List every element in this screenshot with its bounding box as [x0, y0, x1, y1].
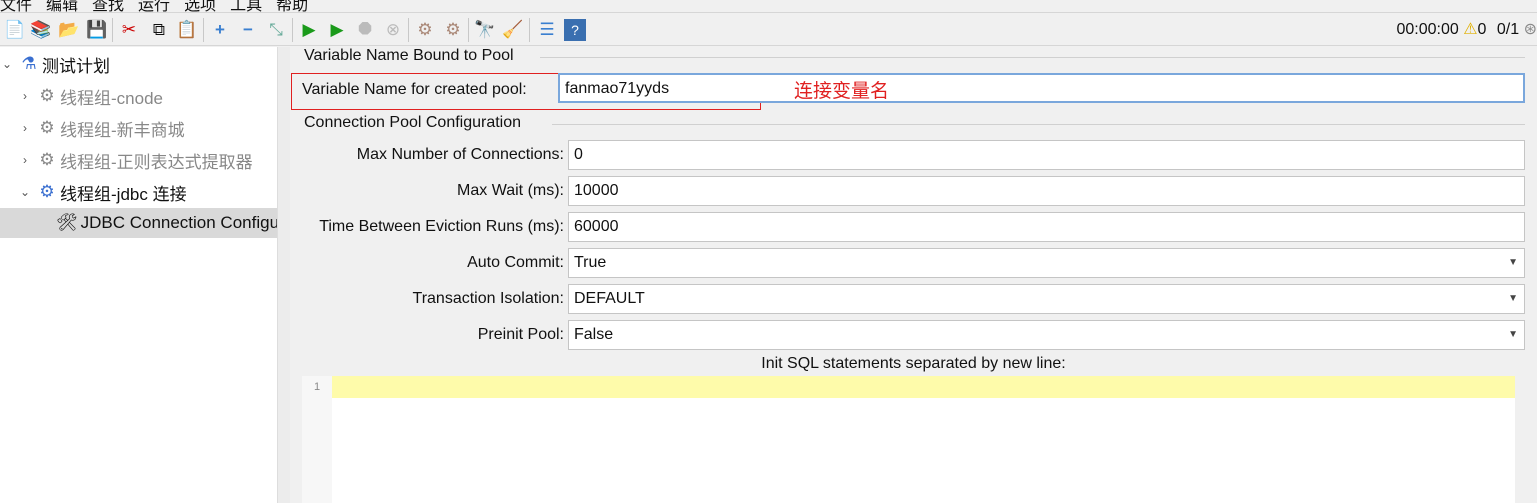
auto-commit-select[interactable]: True ▼ — [568, 248, 1525, 278]
section-pool-config: Connection Pool Configuration — [304, 114, 522, 131]
timer: 00:00:00 — [1396, 21, 1459, 38]
preinit-label: Preinit Pool: — [477, 326, 564, 343]
tree-node-thread-group[interactable]: › ⚙ 线程组-cnode — [18, 81, 163, 111]
chevron-down-icon[interactable]: ⌄ — [18, 185, 32, 199]
toolbar: 📄 📚 📂 💾 ✂ ⧉ 📋 + − ⤡ ▶ ▶ ⯃ ⊗ ⚙ ⚙ 🔭 🧹 ☰ ? — [0, 12, 1537, 46]
eviction-label: Time Between Eviction Runs (ms): — [319, 218, 564, 235]
clear-icon[interactable]: ⚙ — [414, 19, 436, 41]
save-icon[interactable]: 💾 — [86, 19, 108, 41]
flask-icon: ⚗ — [21, 54, 37, 73]
new-icon[interactable]: 📄 — [4, 19, 26, 41]
chevron-down-icon[interactable]: ⌄ — [0, 57, 14, 71]
stop-icon[interactable]: ⯃ — [354, 19, 376, 41]
max-connections-input[interactable]: 0 — [568, 140, 1525, 170]
gear-icon: ⚙ — [39, 150, 55, 169]
help-icon[interactable]: ? — [564, 19, 586, 41]
start-no-pause-icon[interactable]: ▶ — [326, 19, 348, 41]
var-name-input[interactable]: fanmao71yyds — [558, 73, 1525, 103]
splitter[interactable] — [278, 47, 290, 503]
tree-node-test-plan[interactable]: ⌄ ⚗ 测试计划 — [0, 49, 110, 79]
gear-icon: ⚙ — [39, 118, 55, 137]
max-wait-label: Max Wait (ms): — [457, 182, 564, 199]
tree-node-thread-group[interactable]: ⌄ ⚙ 线程组-jdbc 连接 — [18, 177, 187, 207]
expand-icon[interactable]: + — [209, 19, 231, 41]
max-wait-input[interactable]: 10000 — [568, 176, 1525, 206]
function-helper-icon[interactable]: ☰ — [536, 19, 558, 41]
var-name-label: Variable Name for created pool: — [302, 81, 527, 98]
warning-icon: ⚠ — [1463, 21, 1478, 38]
copy-icon[interactable]: ⧉ — [148, 19, 170, 41]
reset-search-icon[interactable]: 🧹 — [502, 19, 524, 41]
search-icon[interactable]: 🔭 — [474, 19, 496, 41]
open-icon[interactable]: 📂 — [58, 19, 80, 41]
wrench-icon: 🛠 — [56, 213, 78, 232]
menu-bar: 文件 编辑 查找 运行 选项 工具 帮助 — [0, 0, 322, 14]
init-sql-label: Init SQL statements separated by new lin… — [761, 355, 1066, 372]
tree-node-thread-group[interactable]: › ⚙ 线程组-新丰商城 — [18, 113, 185, 143]
paste-icon[interactable]: 📋 — [176, 19, 198, 41]
auto-commit-label: Auto Commit: — [467, 254, 564, 271]
shutdown-icon[interactable]: ⊗ — [382, 19, 404, 41]
gear-icon: ⚙ — [39, 86, 55, 105]
gear-icon: ⚙ — [39, 182, 55, 201]
clear-all-icon[interactable]: ⚙ — [442, 19, 464, 41]
remote-icon: ⊛ — [1523, 21, 1537, 38]
eviction-input[interactable]: 60000 — [568, 212, 1525, 242]
tree-node-jdbc-config[interactable]: 🛠 JDBC Connection Configu — [0, 208, 277, 238]
annotation-text: 连接变量名 — [794, 81, 890, 102]
templates-icon[interactable]: 📚 — [30, 19, 52, 41]
status-area: 00:00:00 ⚠0 0/1 ⊛ — [1396, 19, 1537, 39]
toggle-icon[interactable]: ⤡ — [265, 19, 287, 41]
start-icon[interactable]: ▶ — [298, 19, 320, 41]
chevron-right-icon[interactable]: › — [18, 89, 32, 103]
chevron-right-icon[interactable]: › — [18, 153, 32, 167]
collapse-icon[interactable]: − — [237, 19, 259, 41]
preinit-select[interactable]: False ▼ — [568, 320, 1525, 350]
test-plan-tree: ⌄ ⚗ 测试计划 › ⚙ 线程组-cnode › ⚙ 线程组-新丰商城 › ⚙ 线程组-正则表达… — [0, 47, 278, 503]
line-number-gutter: 1 — [302, 376, 332, 503]
warning-count: 0 — [1477, 21, 1487, 38]
dropdown-arrow-icon[interactable]: ▼ — [1508, 249, 1518, 277]
init-sql-editor[interactable]: 1 — [302, 376, 1515, 503]
isolation-label: Transaction Isolation: — [412, 290, 564, 307]
chevron-right-icon[interactable]: › — [18, 121, 32, 135]
max-connections-label: Max Number of Connections: — [356, 146, 564, 163]
cut-icon[interactable]: ✂ — [118, 19, 140, 41]
dropdown-arrow-icon[interactable]: ▼ — [1508, 321, 1518, 349]
dropdown-arrow-icon[interactable]: ▼ — [1508, 285, 1518, 313]
current-line-highlight — [332, 376, 1515, 398]
isolation-select[interactable]: DEFAULT ▼ — [568, 284, 1525, 314]
thread-count: 0/1 — [1496, 21, 1520, 38]
tree-node-thread-group[interactable]: › ⚙ 线程组-正则表达式提取器 — [18, 145, 253, 175]
section-variable-name: Variable Name Bound to Pool — [304, 47, 514, 64]
